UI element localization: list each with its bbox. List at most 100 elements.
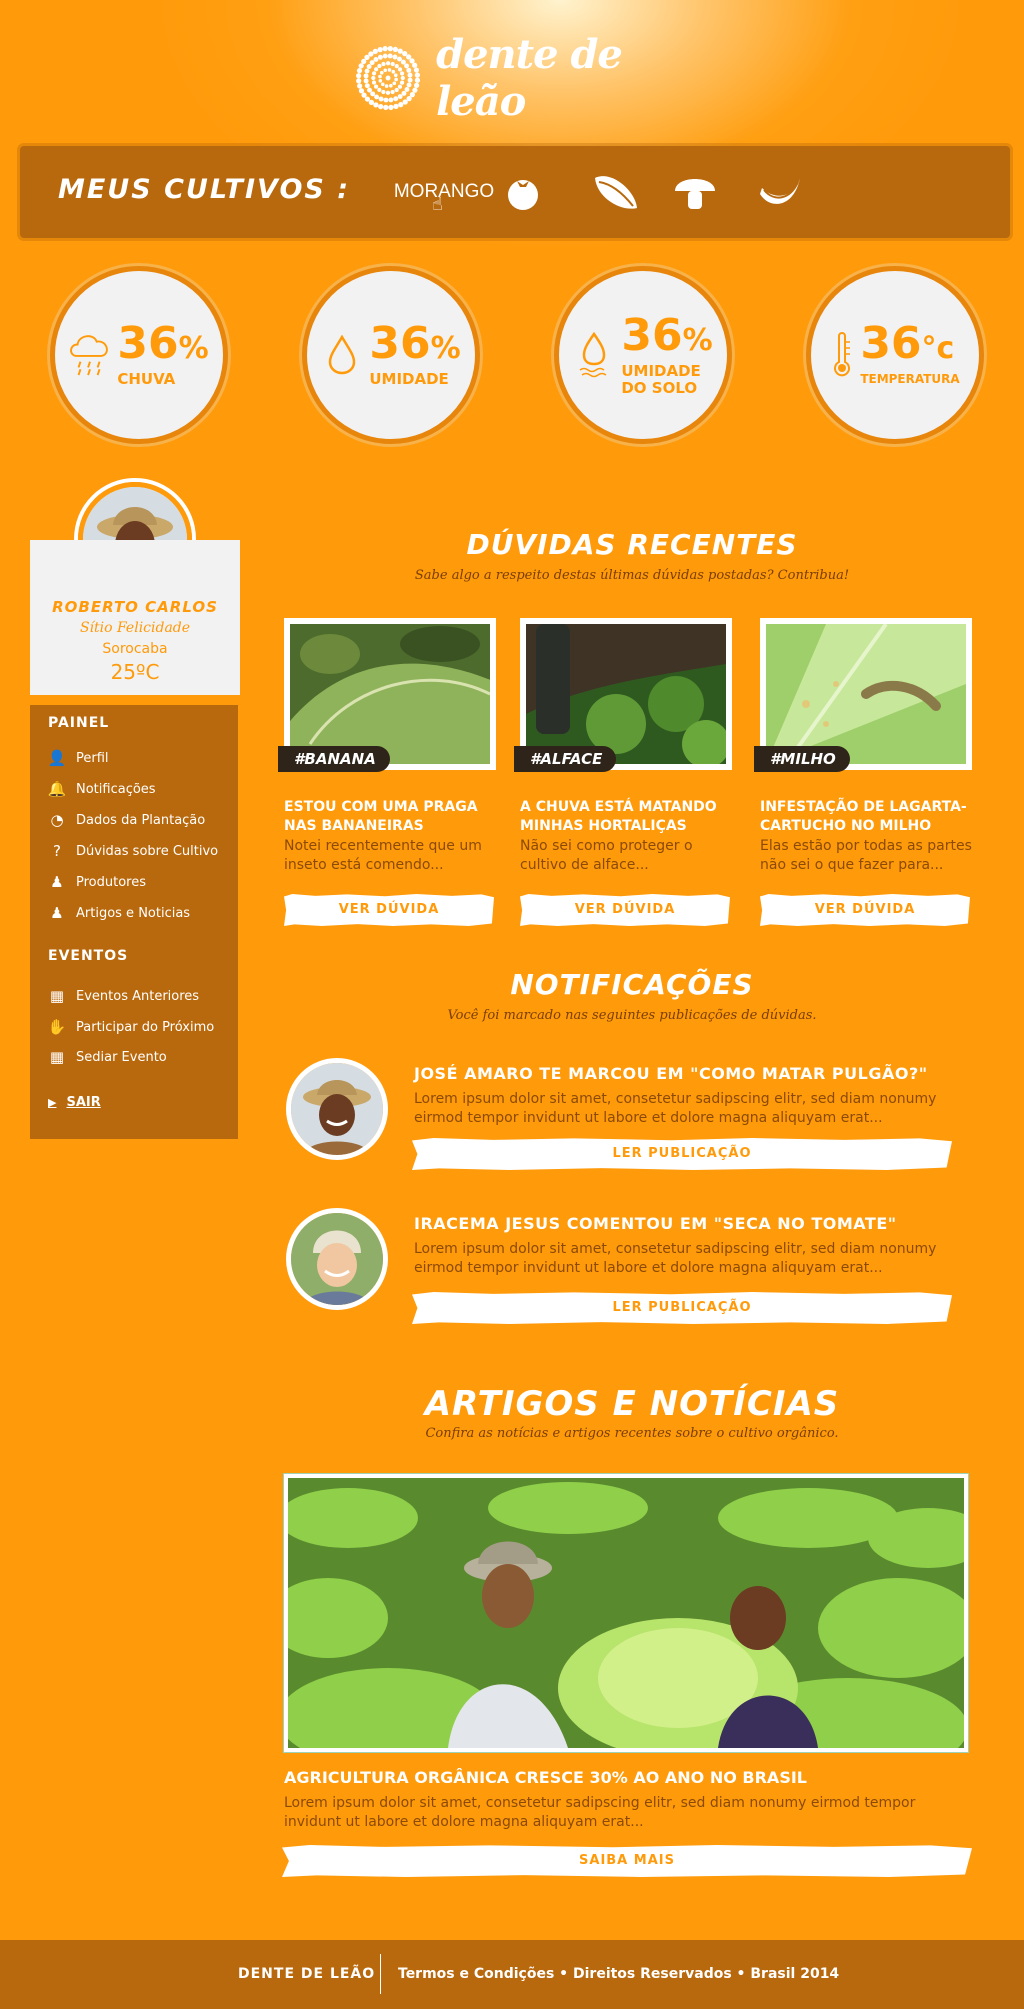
calendar-add-icon: ▦ (49, 1048, 65, 1066)
read-more-button[interactable]: SAIBA MAIS (282, 1845, 972, 1877)
sidebar-item-profile[interactable]: 👤 Perfil (48, 749, 109, 767)
stat-humidity: 36% UMIDADE (302, 266, 480, 444)
thermometer-icon (830, 329, 854, 381)
my-crops-title: MEUS CULTIVOS : (58, 174, 351, 205)
bean-icon (595, 176, 637, 209)
notification-text: Lorem ipsum dolor sit amet, consetetur s… (414, 1241, 937, 1276)
sidebar-item-articles[interactable]: ♟ Artigos e Noticias (48, 904, 190, 922)
tomato-icon (508, 180, 538, 210)
notifications-title: NOTIFICAÇÕES (510, 968, 754, 1001)
crop-bean[interactable] (586, 168, 646, 216)
profile-city: Sorocaba (102, 641, 168, 657)
panel-title: PAINEL (48, 715, 110, 731)
hand-icon: ✋ (47, 1018, 67, 1036)
sidebar-item-label: Sediar Evento (76, 1049, 167, 1065)
stat-label: UMIDADE (621, 361, 701, 380)
question-icon: ? (53, 842, 61, 860)
calendar-icon: ▦ (49, 987, 65, 1005)
bell-icon: 🔔 (47, 780, 67, 798)
banana-icon (760, 178, 800, 204)
articles-title: ARTIGOS E NOTÍCIAS (424, 1384, 840, 1424)
view-question-button[interactable]: VER DÚVIDA (760, 894, 970, 926)
brand-logo[interactable]: dente de leão (352, 31, 672, 125)
article-icon: ♟ (50, 904, 64, 922)
notifications-subtitle: Você foi marcado nas seguintes publicaçõ… (447, 1008, 817, 1023)
sidebar-item-label: Dúvidas sobre Cultivo (76, 843, 219, 859)
sidebar-item-label: Perfil (76, 750, 109, 766)
crop-strawberry[interactable]: MORANGO ☝ (394, 168, 494, 216)
question-tag[interactable]: #ALFACE (514, 746, 617, 772)
stat-unit: % (430, 331, 461, 366)
sidebar-item-label: Notificações (76, 781, 156, 797)
profile-name: ROBERTO CARLOS (52, 598, 218, 616)
question-title: A CHUVA ESTÁ MATANDO MINHAS HORTALIÇAS (520, 799, 717, 834)
sidebar-item-questions[interactable]: ? Dúvidas sobre Cultivo (48, 842, 218, 860)
crop-label: MORANGO (393, 181, 495, 202)
sidebar-item-label: Eventos Anteriores (76, 988, 200, 1004)
profile-temperature: 25ºC (110, 660, 160, 684)
farmer-icon: ♟ (50, 873, 64, 891)
read-publication-button[interactable]: LER PUBLICAÇÃO (412, 1292, 952, 1324)
articles-subtitle: Confira as notícias e artigos recentes s… (425, 1426, 839, 1441)
logout-link[interactable]: ▶ SAIR (48, 1095, 101, 1110)
question-card-lettuce: #ALFACE A CHUVA ESTÁ MATANDO MINHAS HORT… (514, 618, 732, 938)
dandelion-icon (356, 45, 421, 111)
rain-cloud-icon (69, 329, 111, 381)
footer-links[interactable]: Termos e Condições • Direitos Reservados… (398, 1966, 839, 1982)
notification-item: JOSÉ AMARO TE MARCOU EM "COMO MATAR PULG… (286, 1058, 986, 1178)
sidebar-item-join-next[interactable]: ✋ Participar do Próximo (47, 1018, 215, 1036)
caret-right-icon: ▶ (48, 1096, 57, 1109)
question-card-corn: #MILHO INFESTAÇÃO DE LAGARTA-CARTUCHO NO… (754, 618, 972, 938)
pie-chart-icon: ◔ (50, 811, 64, 829)
sidebar-item-label: Produtores (76, 874, 146, 890)
question-excerpt: Notei recentemente que um inseto está co… (284, 838, 482, 873)
crop-mushroom[interactable] (670, 168, 720, 216)
user-icon: 👤 (47, 749, 67, 767)
stat-value: 36 (117, 318, 179, 369)
footer: DENTE DE LEÃO Termos e Condições • Direi… (0, 1940, 1024, 2009)
profile-card: ROBERTO CARLOS Sítio Felicidade Sorocaba… (30, 540, 240, 695)
question-tag[interactable]: #MILHO (754, 746, 850, 772)
footer-brand[interactable]: DENTE DE LEÃO (238, 1966, 375, 1982)
stat-label: CHUVA (117, 370, 176, 388)
footer-divider (380, 1954, 381, 1994)
stat-unit: % (178, 331, 209, 366)
profile-farm: Sítio Felicidade (79, 620, 191, 636)
stat-temperature: 36°c TEMPERATURA (806, 266, 984, 444)
stat-soil-humidity: 36% UMIDADE DO SOLO (554, 266, 732, 444)
stat-label: UMIDADE (369, 370, 449, 388)
sidebar-item-producers[interactable]: ♟ Produtores (48, 873, 146, 891)
my-crops-bar: MEUS CULTIVOS : MORANGO ☝ (20, 146, 1010, 238)
questions-title: DÚVIDAS RECENTES (466, 528, 798, 561)
stat-value: 36 (860, 318, 922, 369)
article-excerpt: Lorem ipsum dolor sit amet, consetetur s… (284, 1795, 916, 1830)
crop-banana[interactable] (750, 168, 810, 216)
sidebar-item-host-event[interactable]: ▦ Sediar Evento (48, 1048, 167, 1066)
stat-value: 36 (621, 309, 683, 361)
pointer-cursor-icon: ☝ (432, 194, 443, 215)
sidebar-item-notifications[interactable]: 🔔 Notificações (48, 780, 156, 798)
events-title: EVENTOS (48, 948, 129, 964)
mushroom-icon (675, 179, 715, 209)
view-question-button[interactable]: VER DÚVIDA (520, 894, 730, 926)
article-image[interactable] (284, 1474, 968, 1752)
read-publication-button[interactable]: LER PUBLICAÇÃO (412, 1138, 952, 1170)
question-title: ESTOU COM UMA PRAGA NAS BANANEIRAS (284, 799, 478, 834)
stat-unit: % (682, 322, 713, 358)
notification-title: IRACEMA JESUS COMENTOU EM "SECA NO TOMAT… (414, 1214, 897, 1233)
logout-label: SAIR (66, 1095, 101, 1110)
article-headline[interactable]: AGRICULTURA ORGÂNICA CRESCE 30% AO ANO N… (284, 1768, 964, 1787)
question-card-banana: #BANANA ESTOU COM UMA PRAGA NAS BANANEIR… (278, 618, 496, 938)
stat-rain: 36% CHUVA (50, 266, 228, 444)
stat-value: 36 (369, 318, 431, 369)
question-tag[interactable]: #BANANA (278, 746, 390, 772)
sidebar-item-past-events[interactable]: ▦ Eventos Anteriores (48, 987, 199, 1005)
sidebar-item-plantation-data[interactable]: ◔ Dados da Plantação (48, 811, 205, 829)
sidebar-item-label: Artigos e Noticias (76, 905, 191, 921)
crop-tomato[interactable] (498, 168, 548, 216)
soil-moisture-icon (573, 329, 615, 381)
notification-item: IRACEMA JESUS COMENTOU EM "SECA NO TOMAT… (286, 1208, 986, 1328)
water-drop-icon (321, 329, 363, 381)
notification-text: Lorem ipsum dolor sit amet, consetetur s… (414, 1091, 937, 1126)
view-question-button[interactable]: VER DÚVIDA (284, 894, 494, 926)
